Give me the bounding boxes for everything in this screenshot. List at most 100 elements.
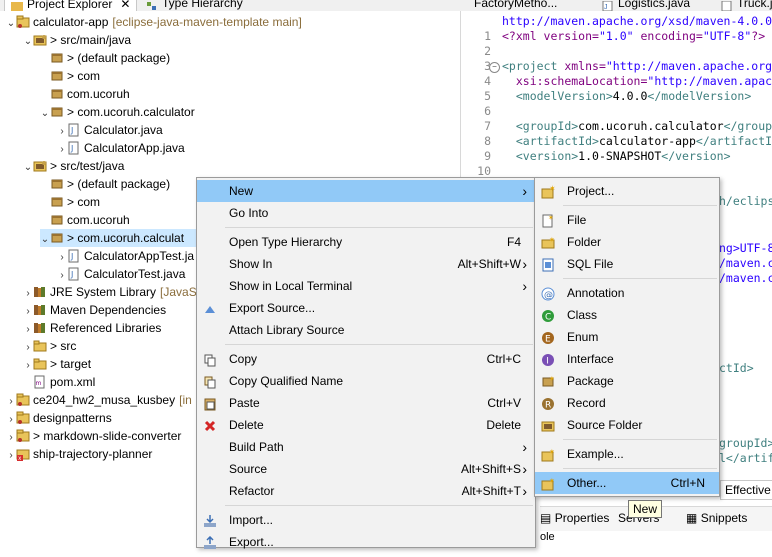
menu-item-copy-qualified-name[interactable]: Copy Qualified Name	[197, 370, 535, 392]
chevron-down-icon[interactable]: ⌄	[6, 15, 16, 33]
svg-text:✶: ✶	[549, 448, 555, 456]
package-icon	[50, 231, 64, 245]
menu-item-export-source[interactable]: Export Source...	[197, 297, 535, 319]
tree-item-label: > (default package)	[67, 51, 171, 65]
menu-item-delete[interactable]: Delete Delete	[197, 414, 535, 436]
tab-snippets[interactable]: ▦ Snippets	[686, 511, 747, 525]
menu-item-open-type-hierarchy[interactable]: Open Type Hierarchy F4	[197, 231, 535, 253]
tree-item[interactable]: › JRE System Library [JavaSE	[23, 283, 204, 301]
menu-item-show-in[interactable]: Show In Alt+Shift+W ›	[197, 253, 535, 275]
line-number: 6	[484, 104, 491, 118]
tree-item[interactable]: › > markdown-slide-converter	[6, 427, 181, 445]
tree-item[interactable]: › > target	[23, 355, 91, 373]
package-icon	[50, 195, 64, 209]
tree-item[interactable]: > com	[40, 67, 100, 85]
tab-type-hierarchy[interactable]: Type Hierarchy	[140, 0, 249, 11]
tree-item[interactable]: ⌄ > com.ucoruh.calculat	[40, 229, 196, 247]
tree-item[interactable]: › J CalculatorTest.java	[57, 265, 185, 283]
tree-item[interactable]: com.ucoruh	[40, 85, 130, 103]
tab-logistics[interactable]: J Logistics.java	[596, 0, 696, 11]
chevron-right-icon: ›	[522, 256, 527, 272]
tab-truck[interactable]: Truck.ja	[715, 0, 772, 11]
new-folder-icon: ✶	[541, 235, 555, 249]
tree-item[interactable]: ⌄ calculator-app [eclipse-java-maven-templ…	[6, 13, 302, 31]
menu-item-annotation[interactable]: @ Annotation	[535, 282, 719, 304]
tree-item[interactable]: › Referenced Libraries	[23, 319, 161, 337]
context-menu: New › Go Into Open Type Hierarchy F4 Show In A…	[196, 177, 536, 549]
menu-item-label: Build Path	[229, 440, 284, 454]
tree-item[interactable]: > (default package)	[40, 175, 170, 193]
menu-item-class[interactable]: C Class	[535, 304, 719, 326]
menu-item-paste[interactable]: Paste Ctrl+V	[197, 392, 535, 414]
menu-item-source-folder[interactable]: Source Folder	[535, 414, 719, 436]
menu-item-sql-file[interactable]: SQL File	[535, 253, 719, 275]
java-file-icon: J	[602, 0, 614, 11]
new-source-folder-icon	[541, 418, 555, 432]
menu-item-label: Refactor	[229, 484, 275, 498]
tree-item-label: designpatterns	[33, 411, 112, 425]
menu-item-refactor[interactable]: Refactor Alt+Shift+T ›	[197, 480, 535, 502]
menu-item-example[interactable]: ✶ Example...	[535, 443, 719, 465]
tree-item-label: > com.ucoruh.calculator	[67, 105, 195, 119]
tab-properties[interactable]: ▤ Properties	[540, 511, 609, 525]
menu-item-go-into[interactable]: Go Into	[197, 202, 535, 224]
menu-item-attach-library-source[interactable]: Attach Library Source	[197, 319, 535, 341]
tree-item[interactable]: › J Calculator.java	[57, 121, 162, 139]
new-file-icon: ✶	[541, 213, 555, 228]
tree-item[interactable]: › J CalculatorAppTest.ja	[57, 247, 194, 265]
tab-factory-method[interactable]: FactoryMetho...	[468, 0, 563, 11]
chevron-down-icon[interactable]: ⌄	[40, 231, 50, 249]
menu-item-file[interactable]: ✶ File	[535, 209, 719, 231]
menu-item-label: Class	[567, 308, 598, 322]
tree-item[interactable]: › x ship-trajectory-planner	[6, 445, 152, 463]
chevron-down-icon[interactable]: ⌄	[40, 105, 50, 123]
menu-item-project[interactable]: ✶ Project...	[535, 180, 719, 202]
tree-item[interactable]: › > src	[23, 337, 76, 355]
menu-item-enum[interactable]: E Enum	[535, 326, 719, 348]
annotation-icon: @	[541, 286, 555, 301]
tree-item[interactable]: ⌄ > src/main/java	[23, 31, 131, 49]
menu-separator	[563, 278, 717, 279]
menu-item-package[interactable]: ✶ Package	[535, 370, 719, 392]
menu-item-copy[interactable]: Copy Ctrl+C	[197, 348, 535, 370]
menu-item-other[interactable]: ✶ Other... Ctrl+N	[535, 472, 719, 494]
tree-item[interactable]: > (default package)	[40, 49, 170, 67]
menu-item-label: Interface	[567, 352, 614, 366]
close-icon[interactable]: ✕	[120, 0, 130, 11]
menu-item-new[interactable]: New ›	[197, 180, 535, 202]
paste-icon	[203, 396, 217, 411]
menu-item-show-in-local-terminal[interactable]: Show in Local Terminal ›	[197, 275, 535, 297]
package-icon	[50, 213, 64, 227]
tree-item[interactable]: › J CalculatorApp.java	[57, 139, 184, 157]
menu-item-record[interactable]: R Record	[535, 392, 719, 414]
tree-item[interactable]: › Maven Dependencies	[23, 301, 166, 319]
menu-item-label: Example...	[567, 447, 624, 461]
chevron-right-icon[interactable]: ›	[6, 447, 16, 465]
tree-item[interactable]: ⌄ > src/test/java	[23, 157, 125, 177]
menu-item-import[interactable]: Import...	[197, 509, 535, 531]
tree-item[interactable]: › designpatterns	[6, 409, 112, 427]
menu-item-build-path[interactable]: Build Path ›	[197, 436, 535, 458]
menu-item-label: Show In	[229, 257, 273, 271]
chevron-down-icon[interactable]: ⌄	[23, 33, 33, 51]
tree-item[interactable]: ⌄ > com.ucoruh.calculator	[40, 103, 195, 121]
menu-separator	[563, 205, 717, 206]
tree-item[interactable]: com.ucoruh	[40, 211, 130, 229]
menu-item-folder[interactable]: ✶ Folder	[535, 231, 719, 253]
tree-item[interactable]: › ce204_hw2_musa_kusbey [in	[6, 391, 191, 409]
menu-item-label: Source Folder	[567, 418, 643, 432]
tab-effective-pom[interactable]: Effective	[720, 480, 772, 500]
project-explorer-icon	[11, 0, 23, 11]
menu-item-interface[interactable]: I Interface	[535, 348, 719, 370]
fold-toggle-icon[interactable]: −	[489, 62, 500, 73]
library-icon	[33, 285, 47, 299]
tree-item-label: calculator-app	[33, 15, 109, 29]
chevron-down-icon[interactable]: ⌄	[23, 159, 33, 177]
menu-item-source[interactable]: Source Alt+Shift+S ›	[197, 458, 535, 480]
tree-item-label: JRE System Library	[50, 285, 157, 299]
tree-item[interactable]: > com	[40, 193, 100, 211]
other-wizard-icon: ✶	[541, 476, 555, 491]
menu-item-export[interactable]: Export...	[197, 531, 535, 553]
type-hierarchy-icon	[146, 0, 158, 10]
tree-item[interactable]: m pom.xml	[23, 373, 95, 391]
